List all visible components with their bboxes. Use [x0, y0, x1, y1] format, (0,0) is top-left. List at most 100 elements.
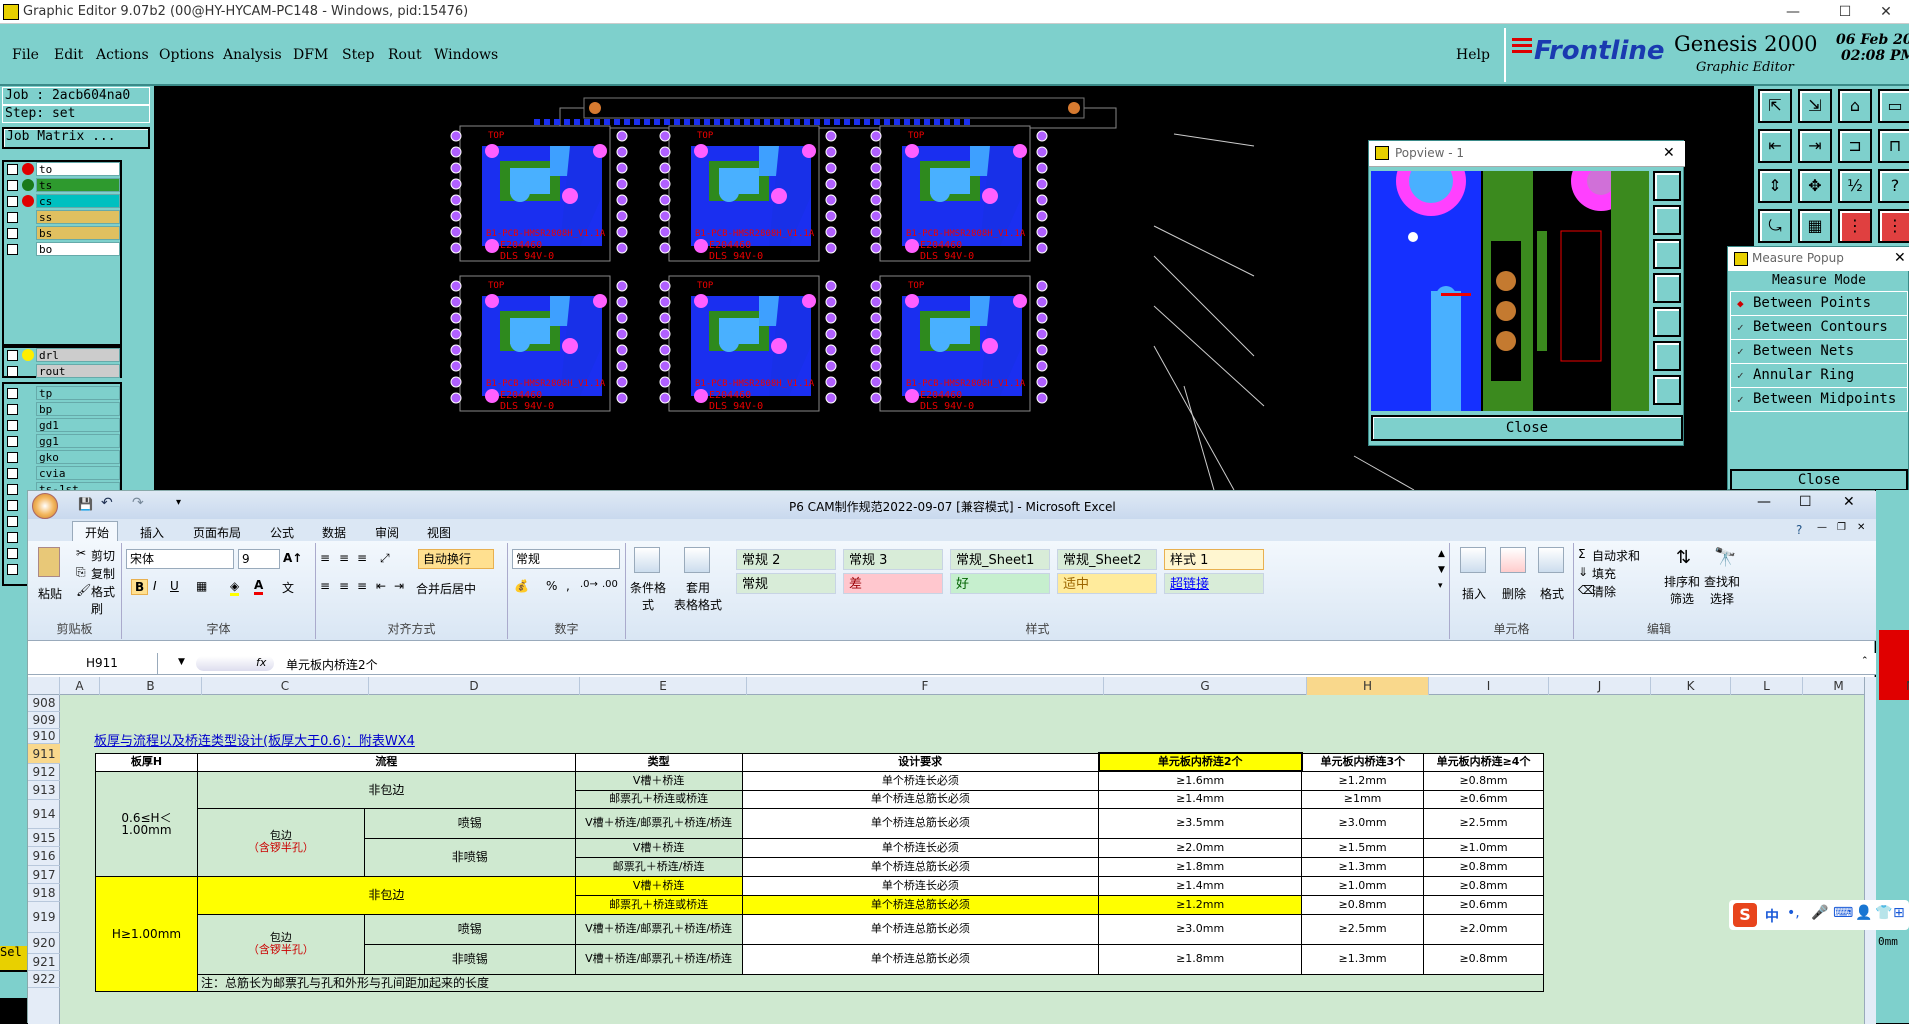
phonetic-icon[interactable]: 文	[282, 579, 294, 596]
tab-data[interactable]: 数据	[322, 524, 346, 541]
column-header[interactable]: K	[1651, 677, 1731, 695]
paste-icon[interactable]	[38, 547, 60, 577]
ime-shirt-icon[interactable]: 👕	[1875, 905, 1892, 921]
pv-zoom-in-icon[interactable]	[1653, 205, 1681, 235]
column-header[interactable]: N	[1875, 677, 1909, 695]
layer-checkbox[interactable]	[7, 420, 18, 431]
excel-close-button[interactable]: ✕	[1843, 494, 1855, 510]
highlight-icon[interactable]: ⋮	[1838, 209, 1872, 243]
cell-style-item[interactable]: 差	[843, 573, 943, 594]
pan-right-icon[interactable]: ⇥	[1798, 129, 1832, 163]
layer-item[interactable]: to	[36, 162, 120, 176]
layer-checkbox[interactable]	[7, 532, 18, 543]
zoom-fit-icon[interactable]: ⇲	[1798, 89, 1832, 123]
zoom-vertical-icon[interactable]: ⇕	[1758, 169, 1792, 203]
minimize-button[interactable]: —	[1770, 0, 1816, 24]
th-bridge-2[interactable]: 单元板内桥连2个	[1097, 752, 1303, 772]
pv-pan-left-icon[interactable]	[1653, 273, 1681, 303]
row-header[interactable]: 918	[28, 884, 60, 902]
conditional-format-icon[interactable]	[634, 547, 660, 573]
layer-checkbox[interactable]	[7, 404, 18, 415]
half-icon[interactable]: ½	[1838, 169, 1872, 203]
measure-option[interactable]: ✓ Annular Ring	[1730, 363, 1908, 388]
find-select-icon[interactable]: 🔭	[1714, 547, 1736, 568]
fill-color-icon[interactable]: ◈	[230, 579, 240, 596]
bold-icon[interactable]: B	[131, 579, 149, 595]
formula-input[interactable]: 单元板内桥连2个	[286, 656, 378, 673]
cell-style-item[interactable]: 常规_Sheet2	[1057, 549, 1157, 570]
indent-decrease-icon[interactable]: ⇤	[376, 579, 386, 593]
paste-button[interactable]: 粘贴	[38, 585, 62, 602]
increase-decimal-icon[interactable]: .0→	[580, 579, 598, 590]
tab-home[interactable]: 开始	[85, 524, 109, 541]
tab-view[interactable]: 视图	[427, 524, 451, 541]
row-header[interactable]: 920	[28, 933, 60, 954]
styles-scroll-up-icon[interactable]: ▲	[1438, 549, 1445, 559]
copy-icon[interactable]: ⎘	[76, 565, 86, 580]
layer-checkbox[interactable]	[7, 228, 18, 239]
align-right-icon[interactable]: ≡	[357, 579, 367, 593]
split-icon[interactable]: ⊓	[1878, 129, 1909, 163]
redo-icon[interactable]: ↷	[132, 495, 144, 511]
layer-item[interactable]: bs	[36, 226, 120, 240]
decrease-decimal-icon[interactable]: .00	[602, 579, 618, 590]
row-header[interactable]: 917	[28, 866, 60, 884]
row-header[interactable]: 921	[28, 954, 60, 971]
layer-checkbox[interactable]	[7, 564, 18, 575]
layer-checkbox[interactable]	[7, 436, 18, 447]
ribbon-close-icon[interactable]: ✕	[1857, 522, 1865, 533]
rotate-icon[interactable]: ⤿	[1758, 209, 1792, 243]
insert-function-icon[interactable]: fx	[256, 656, 266, 669]
align-middle-icon[interactable]: ≡	[339, 551, 349, 565]
menu-actions[interactable]: Actions	[96, 47, 149, 63]
cell-style-item[interactable]: 常规 2	[736, 549, 836, 570]
row-header[interactable]: 919	[28, 902, 60, 933]
sort-filter-button[interactable]: 排序和 筛选	[1664, 573, 1700, 607]
border-icon[interactable]: ▦	[196, 579, 207, 593]
layer-item[interactable]: drl	[36, 348, 120, 362]
pv-pan-right-icon[interactable]	[1653, 307, 1681, 337]
layer-item[interactable]: cs	[36, 194, 120, 208]
align-bottom-icon[interactable]: ≡	[357, 551, 367, 565]
menu-step[interactable]: Step	[342, 47, 374, 63]
highlight-2-icon[interactable]: ⋮	[1878, 209, 1909, 243]
layer-item[interactable]: ts	[36, 178, 120, 192]
layer-item[interactable]: bp	[36, 402, 120, 416]
font-size-select[interactable]: 9	[238, 549, 280, 569]
menu-options[interactable]: Options	[159, 47, 214, 63]
cut-icon[interactable]: ✂	[76, 546, 86, 560]
sort-filter-icon[interactable]: ⇅	[1676, 547, 1691, 568]
layer-checkbox[interactable]	[7, 350, 18, 361]
home-icon[interactable]: ⌂	[1838, 89, 1872, 123]
find-select-button[interactable]: 查找和 选择	[1704, 573, 1740, 607]
menu-file[interactable]: File	[12, 47, 39, 63]
row-header[interactable]: 913	[28, 781, 60, 800]
cell-style-item[interactable]: 适中	[1057, 573, 1157, 594]
tab-review[interactable]: 审阅	[375, 524, 399, 541]
row-header[interactable]: 910	[28, 729, 60, 744]
autosum-icon[interactable]: Σ	[1578, 547, 1586, 561]
row-header[interactable]: 916	[28, 847, 60, 866]
column-header[interactable]: E	[580, 677, 747, 695]
layer-item[interactable]: gko	[36, 450, 120, 464]
measure-close-button[interactable]: Close	[1730, 469, 1908, 491]
layer-item[interactable]: ss	[36, 210, 120, 224]
measure-option[interactable]: ✓ Between Nets	[1730, 339, 1908, 364]
layer-checkbox[interactable]	[7, 548, 18, 559]
cell-style-item[interactable]: 常规 3	[843, 549, 943, 570]
zoom-home-icon[interactable]: ⇱	[1758, 89, 1792, 123]
layer-item[interactable]: gd1	[36, 418, 120, 432]
tab-page-layout[interactable]: 页面布局	[193, 524, 241, 541]
ime-lang-toggle[interactable]: 中	[1765, 906, 1779, 926]
help-icon[interactable]: ?	[1796, 523, 1802, 537]
menu-analysis[interactable]: Analysis	[223, 47, 282, 63]
ime-punct-icon[interactable]: •,	[1787, 905, 1800, 921]
close-button[interactable]: ✕	[1863, 0, 1909, 24]
column-header[interactable]: A	[60, 677, 100, 695]
column-header[interactable]: F	[747, 677, 1104, 695]
cut-button[interactable]: 剪切	[91, 547, 115, 564]
measure-option[interactable]: ✓ Between Contours	[1730, 315, 1908, 340]
layer-checkbox[interactable]	[7, 468, 18, 479]
layer-checkbox[interactable]	[7, 452, 18, 463]
pv-center-icon[interactable]	[1653, 341, 1681, 371]
